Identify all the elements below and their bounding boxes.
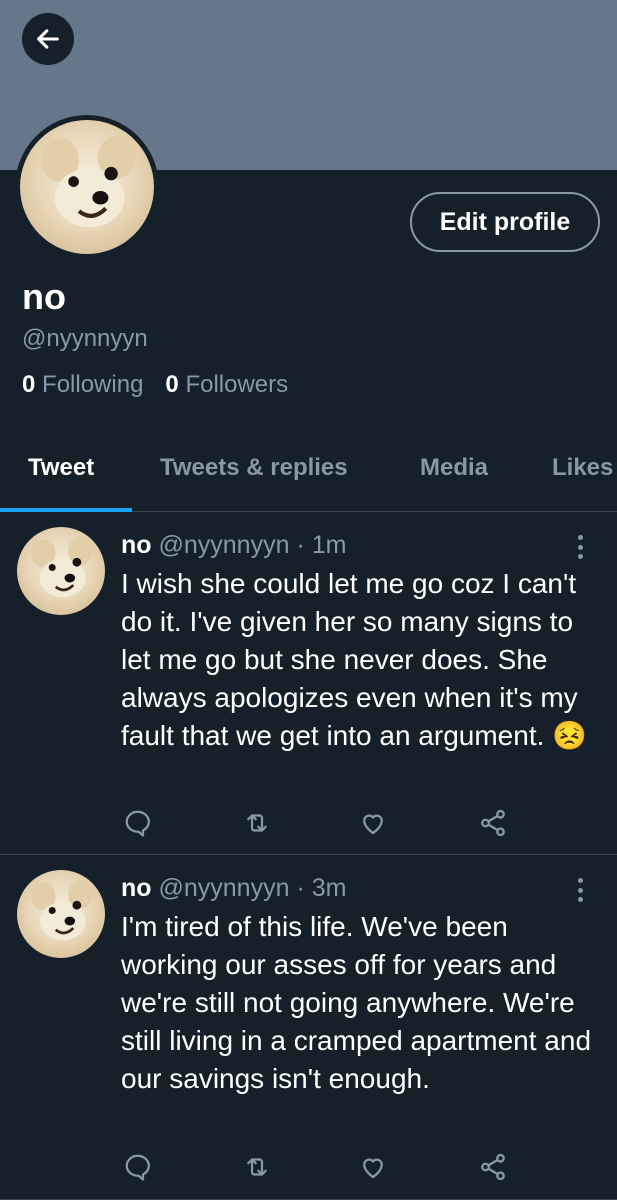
like-icon[interactable] xyxy=(358,1152,388,1182)
tweet-header: no @nyynnyyn · 1m xyxy=(121,531,347,559)
following-link[interactable]: 0 Following xyxy=(22,371,143,399)
edit-profile-button[interactable]: Edit profile xyxy=(410,192,600,252)
profile-avatar[interactable] xyxy=(15,115,159,259)
like-icon[interactable] xyxy=(358,808,388,838)
tab-tweets-replies[interactable]: Tweets & replies xyxy=(160,454,348,482)
tweet-avatar[interactable] xyxy=(17,527,105,615)
tweet-avatar[interactable] xyxy=(17,870,105,958)
back-arrow-icon xyxy=(37,29,59,49)
retweet-icon[interactable] xyxy=(242,1152,272,1182)
profile-name: no xyxy=(22,276,66,317)
tweet[interactable]: no @nyynnyyn · 3m I'm tired of this life… xyxy=(0,855,617,1200)
retweet-icon[interactable] xyxy=(242,808,272,838)
tweet[interactable]: no @nyynnyyn · 1m I wish she could let m… xyxy=(0,512,617,855)
share-icon[interactable] xyxy=(478,1152,508,1182)
tweet-header: no @nyynnyyn · 3m xyxy=(121,874,347,902)
reply-icon[interactable] xyxy=(123,808,153,838)
tweet-actions xyxy=(0,1152,617,1186)
profile-tabs: Tweet Tweets & replies Media Likes xyxy=(0,440,617,512)
tweet-text: I wish she could let me go coz I can't d… xyxy=(121,568,588,751)
tab-tweet[interactable]: Tweet xyxy=(28,454,94,482)
more-icon[interactable] xyxy=(570,532,590,562)
tweet-actions xyxy=(0,808,617,842)
more-icon[interactable] xyxy=(570,875,590,905)
reply-icon[interactable] xyxy=(123,1152,153,1182)
tab-likes[interactable]: Likes xyxy=(552,454,613,482)
tweet-text: I'm tired of this life. We've been worki… xyxy=(121,911,592,1094)
followers-link[interactable]: 0 Followers xyxy=(165,371,288,399)
profile-stats: 0 Following 0 Followers xyxy=(22,371,288,399)
profile-handle: @nyynnyyn xyxy=(22,325,148,352)
share-icon[interactable] xyxy=(478,808,508,838)
tab-media[interactable]: Media xyxy=(420,454,488,482)
back-button[interactable] xyxy=(22,13,74,65)
